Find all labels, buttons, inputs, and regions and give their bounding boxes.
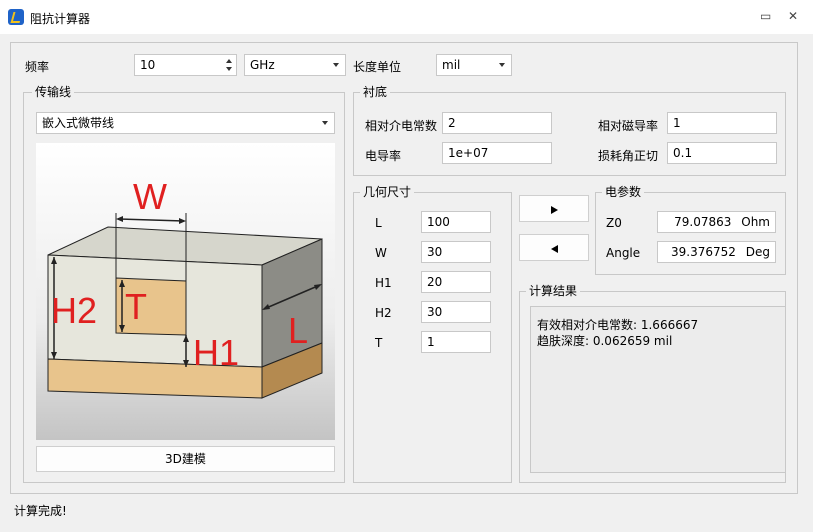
results-title: 计算结果 <box>526 284 581 298</box>
z0-value: 79.07863 <box>674 215 732 229</box>
z0-label: Z0 <box>606 216 622 230</box>
z0-field[interactable]: 79.07863 Ohm <box>657 211 776 233</box>
rel-permittivity-input[interactable]: 2 <box>442 112 552 134</box>
geometry-label-l: L <box>375 216 382 230</box>
length-unit-select[interactable]: mil <box>436 54 512 76</box>
geometry-input-h2[interactable]: 30 <box>421 301 491 323</box>
chevron-down-icon <box>333 63 339 67</box>
transmission-line-title: 传输线 <box>32 85 75 99</box>
geometry-input-h1[interactable]: 20 <box>421 271 491 293</box>
loss-tangent-input[interactable]: 0.1 <box>667 142 777 164</box>
arrow-left-icon <box>551 245 558 253</box>
spin-down-icon[interactable] <box>226 67 232 71</box>
arrow-right-icon <box>551 206 558 214</box>
geometry-label-h2: H2 <box>375 306 392 320</box>
window-title: 阻抗计算器 <box>30 12 91 26</box>
spin-up-icon[interactable] <box>226 59 232 63</box>
frequency-value: 10 <box>140 58 156 72</box>
rel-permeability-label: 相对磁导率 <box>598 119 659 133</box>
diagram-label-h2: H2 <box>51 290 97 331</box>
frequency-spinbox[interactable]: 10 <box>134 54 237 76</box>
geometry-label-w: W <box>375 246 387 260</box>
geometry-title: 几何尺寸 <box>360 185 415 199</box>
close-button[interactable]: ✕ <box>788 9 798 23</box>
result-line-permittivity: 有效相对介电常数: 1.666667 <box>537 318 699 332</box>
diagram-label-w: W <box>133 176 167 217</box>
geometry-input-w[interactable]: 30 <box>421 241 491 263</box>
loss-tangent-label: 损耗角正切 <box>598 149 659 163</box>
chevron-down-icon <box>499 63 505 67</box>
results-output[interactable]: 有效相对介电常数: 1.666667 趋肤深度: 0.062659 mil <box>530 306 786 473</box>
synthesize-button[interactable] <box>519 234 589 261</box>
title-bar: 阻抗计算器 ▭ ✕ <box>0 0 813 34</box>
geometry-label-t: T <box>375 336 383 350</box>
length-unit-label: 长度单位 <box>353 60 402 74</box>
geometry-input-t[interactable]: 1 <box>421 331 491 353</box>
conductivity-label: 电导率 <box>365 149 402 163</box>
diagram-label-h1: H1 <box>193 332 239 373</box>
substrate-title: 衬底 <box>360 85 391 99</box>
angle-value: 39.376752 <box>671 245 736 259</box>
line-type-select[interactable]: 嵌入式微带线 <box>36 112 335 134</box>
angle-label: Angle <box>606 246 641 260</box>
analyze-button[interactable] <box>519 195 589 222</box>
model-3d-button[interactable]: 3D建模 <box>36 446 335 472</box>
angle-field[interactable]: 39.376752 Deg <box>657 241 776 263</box>
chevron-down-icon <box>322 121 328 125</box>
line-type-value: 嵌入式微带线 <box>42 116 115 130</box>
conductivity-input[interactable]: 1e+07 <box>442 142 552 164</box>
rel-permittivity-label: 相对介电常数 <box>365 119 438 133</box>
frequency-unit-value: GHz <box>250 58 275 72</box>
length-unit-value: mil <box>442 58 461 72</box>
angle-unit: Deg <box>745 245 770 259</box>
geometry-input-l[interactable]: 100 <box>421 211 491 233</box>
diagram-label-t: T <box>125 286 147 327</box>
help-button[interactable]: ▭ <box>760 9 771 23</box>
z0-unit: Ohm <box>741 215 770 229</box>
microstrip-diagram: W H2 T H1 L <box>36 143 335 440</box>
app-icon <box>8 9 24 25</box>
rel-permeability-input[interactable]: 1 <box>667 112 777 134</box>
frequency-label: 频率 <box>25 60 50 74</box>
electrical-title: 电参数 <box>602 185 645 199</box>
status-text: 计算完成! <box>14 504 67 518</box>
diagram-label-l: L <box>288 310 308 351</box>
result-line-skin-depth: 趋肤深度: 0.062659 mil <box>537 334 673 348</box>
geometry-label-h1: H1 <box>375 276 392 290</box>
frequency-unit-select[interactable]: GHz <box>244 54 346 76</box>
